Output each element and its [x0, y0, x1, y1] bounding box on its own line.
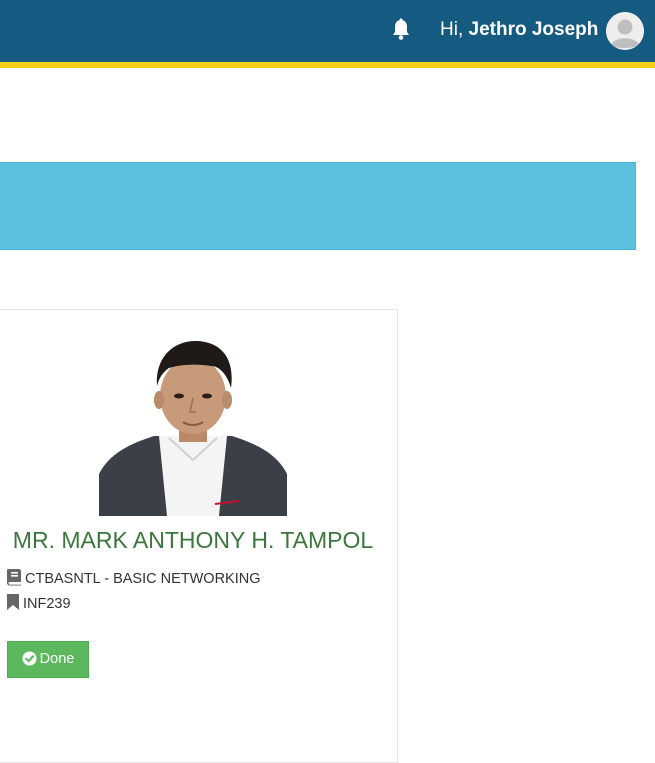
- user-name: Jethro Joseph: [468, 19, 599, 40]
- section-text: INF239: [23, 596, 71, 612]
- teacher-photo: [99, 336, 287, 516]
- user-greeting[interactable]: Hi, Jethro Joseph: [440, 18, 598, 42]
- teacher-name: MR. MARK ANTHONY H. TAMPOL: [12, 527, 374, 553]
- bookmark-icon: [6, 594, 23, 612]
- subject-row: CTBASNTL - BASIC NETWORKING: [6, 568, 261, 588]
- done-label: Done: [39, 651, 75, 667]
- bell-icon[interactable]: [391, 18, 411, 40]
- check-circle-icon: [22, 651, 40, 667]
- book-icon: [6, 569, 25, 587]
- done-button[interactable]: Done: [7, 641, 89, 678]
- user-avatar-icon[interactable]: [606, 12, 644, 50]
- top-navbar: Hi, Jethro Joseph: [0, 0, 655, 62]
- info-banner: [0, 162, 636, 250]
- section-row: INF239: [6, 593, 71, 613]
- subject-text: CTBASNTL - BASIC NETWORKING: [25, 571, 261, 587]
- greeting-prefix: Hi,: [440, 19, 464, 40]
- navbar-accent-stripe: [0, 62, 655, 68]
